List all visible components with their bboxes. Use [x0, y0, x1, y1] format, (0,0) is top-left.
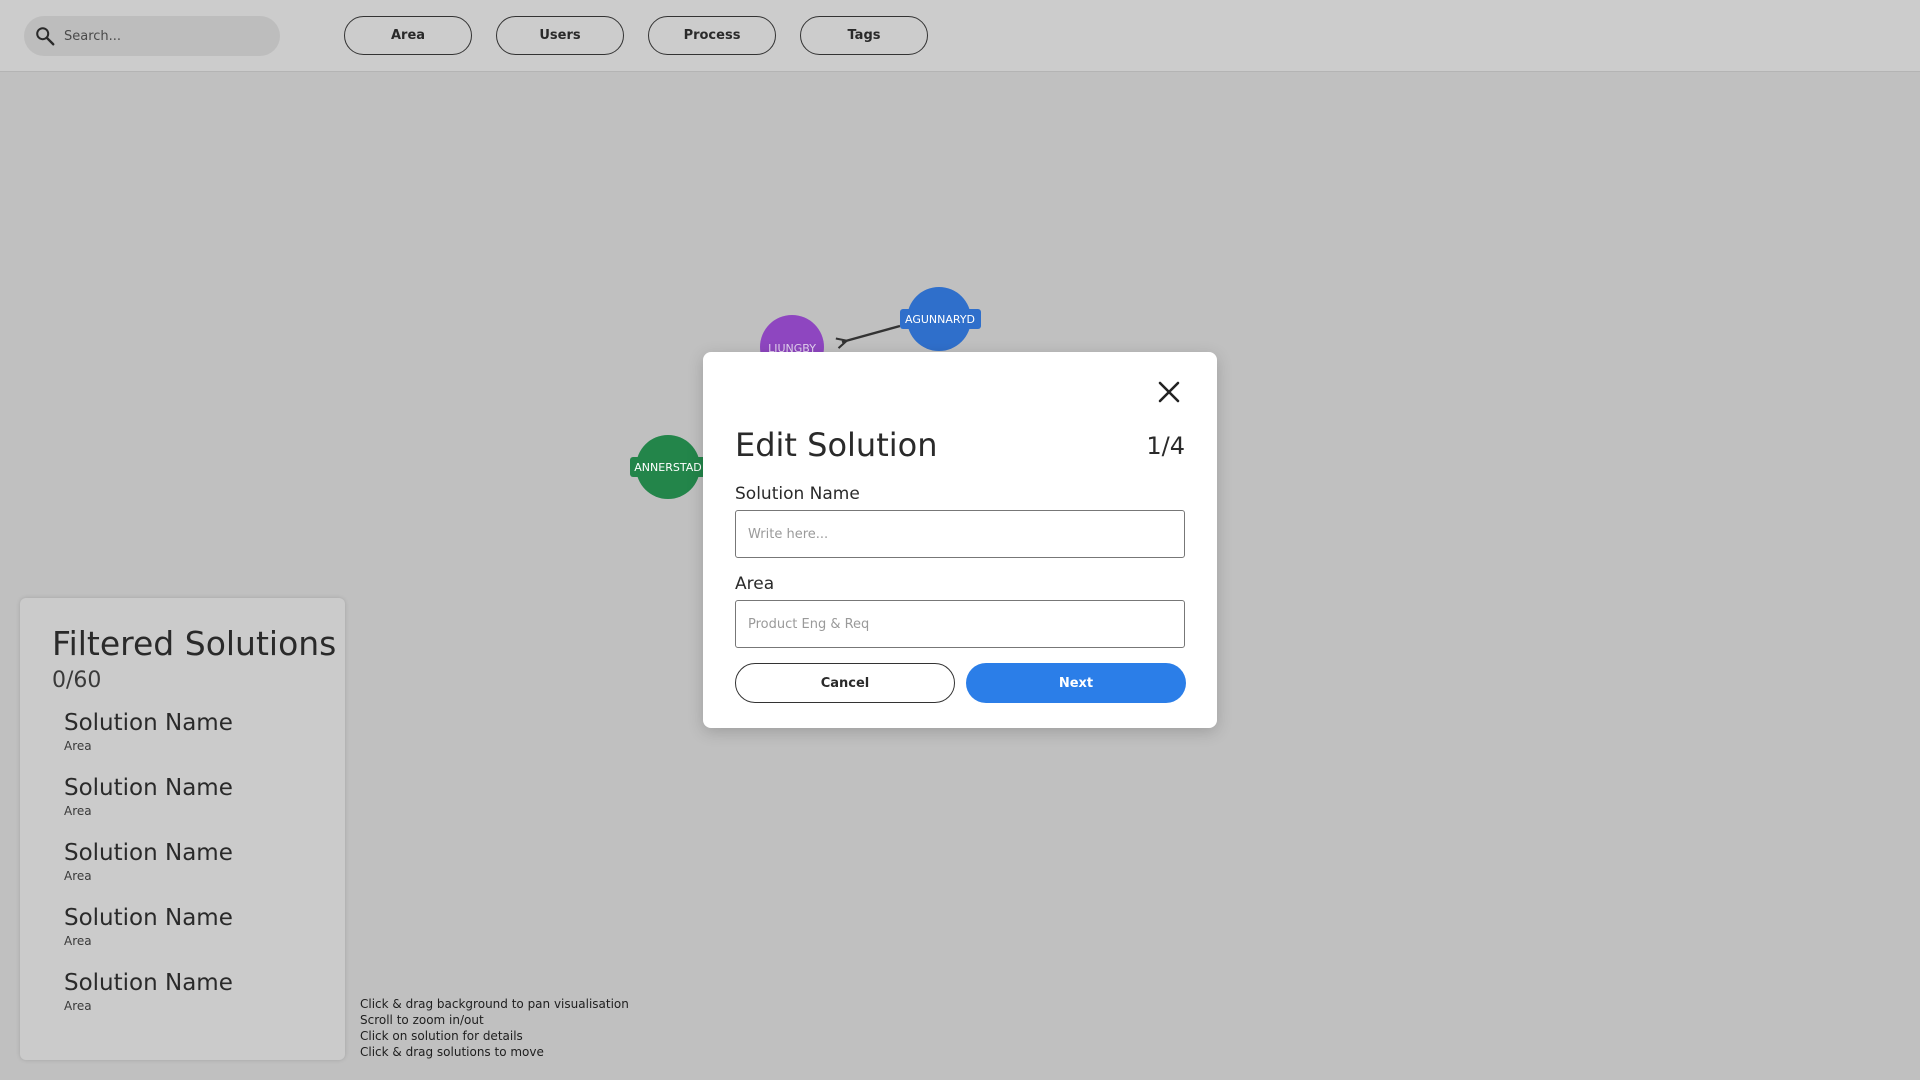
solution-name: Solution Name: [64, 775, 233, 801]
list-item[interactable]: Solution Name Area: [64, 969, 345, 1034]
area-label: Area: [735, 574, 775, 594]
node-label: AGUNNARYD: [905, 313, 975, 326]
area-input[interactable]: [735, 600, 1185, 648]
filter-area-button[interactable]: Area: [344, 16, 472, 55]
graph-node-agunnaryd[interactable]: AGUNNARYD: [900, 287, 981, 351]
step-indicator: 1/4: [1146, 432, 1185, 460]
solutions-count: 0/60: [52, 668, 102, 693]
hint-zoom: Scroll to zoom in/out: [360, 1013, 484, 1027]
list-item[interactable]: Solution Name Area: [64, 774, 345, 839]
edit-solution-modal: Edit Solution 1/4 Solution Name Area Can…: [703, 352, 1217, 728]
list-item[interactable]: Solution Name Area: [64, 839, 345, 904]
filter-process-button[interactable]: Process: [648, 16, 776, 55]
list-item[interactable]: Solution Name Area: [64, 709, 345, 774]
solution-name: Solution Name: [64, 905, 233, 931]
hint-details: Click on solution for details: [360, 1029, 523, 1043]
solution-name-input[interactable]: [735, 510, 1185, 558]
hint-move: Click & drag solutions to move: [360, 1045, 544, 1059]
next-button[interactable]: Next: [966, 663, 1186, 703]
filter-tags-button[interactable]: Tags: [800, 16, 928, 55]
search-input[interactable]: [64, 22, 264, 50]
solution-area: Area: [64, 934, 92, 948]
solution-area: Area: [64, 804, 92, 818]
solution-area: Area: [64, 999, 92, 1013]
solution-area: Area: [64, 739, 92, 753]
cancel-button[interactable]: Cancel: [735, 663, 955, 703]
app-root: Area Users Process Tags AGUNNARYD LJUNGB…: [0, 0, 1920, 1080]
solution-name-label: Solution Name: [735, 484, 860, 504]
panel-title: Filtered Solutions: [52, 624, 337, 663]
modal-title: Edit Solution: [735, 426, 938, 464]
interaction-hints: Click & drag background to pan visualisa…: [360, 996, 680, 1060]
search-icon: [36, 27, 55, 46]
filter-users-button[interactable]: Users: [496, 16, 624, 55]
node-label: ANNERSTAD: [634, 461, 701, 474]
solution-name: Solution Name: [64, 970, 233, 996]
solution-area: Area: [64, 869, 92, 883]
solution-name: Solution Name: [64, 710, 233, 736]
graph-edge: [842, 324, 901, 342]
search-box[interactable]: [24, 16, 280, 56]
filtered-solutions-panel: Filtered Solutions 0/60 Solution Name Ar…: [20, 598, 345, 1060]
graph-node-annerstad[interactable]: ANNERSTAD: [630, 435, 706, 499]
close-icon: [1158, 381, 1180, 403]
solution-name: Solution Name: [64, 840, 233, 866]
hint-pan: Click & drag background to pan visualisa…: [360, 997, 629, 1011]
top-bar: Area Users Process Tags: [0, 0, 1920, 72]
close-button[interactable]: [1155, 378, 1183, 406]
solutions-list: Solution Name Area Solution Name Area So…: [64, 709, 345, 1034]
list-item[interactable]: Solution Name Area: [64, 904, 345, 969]
